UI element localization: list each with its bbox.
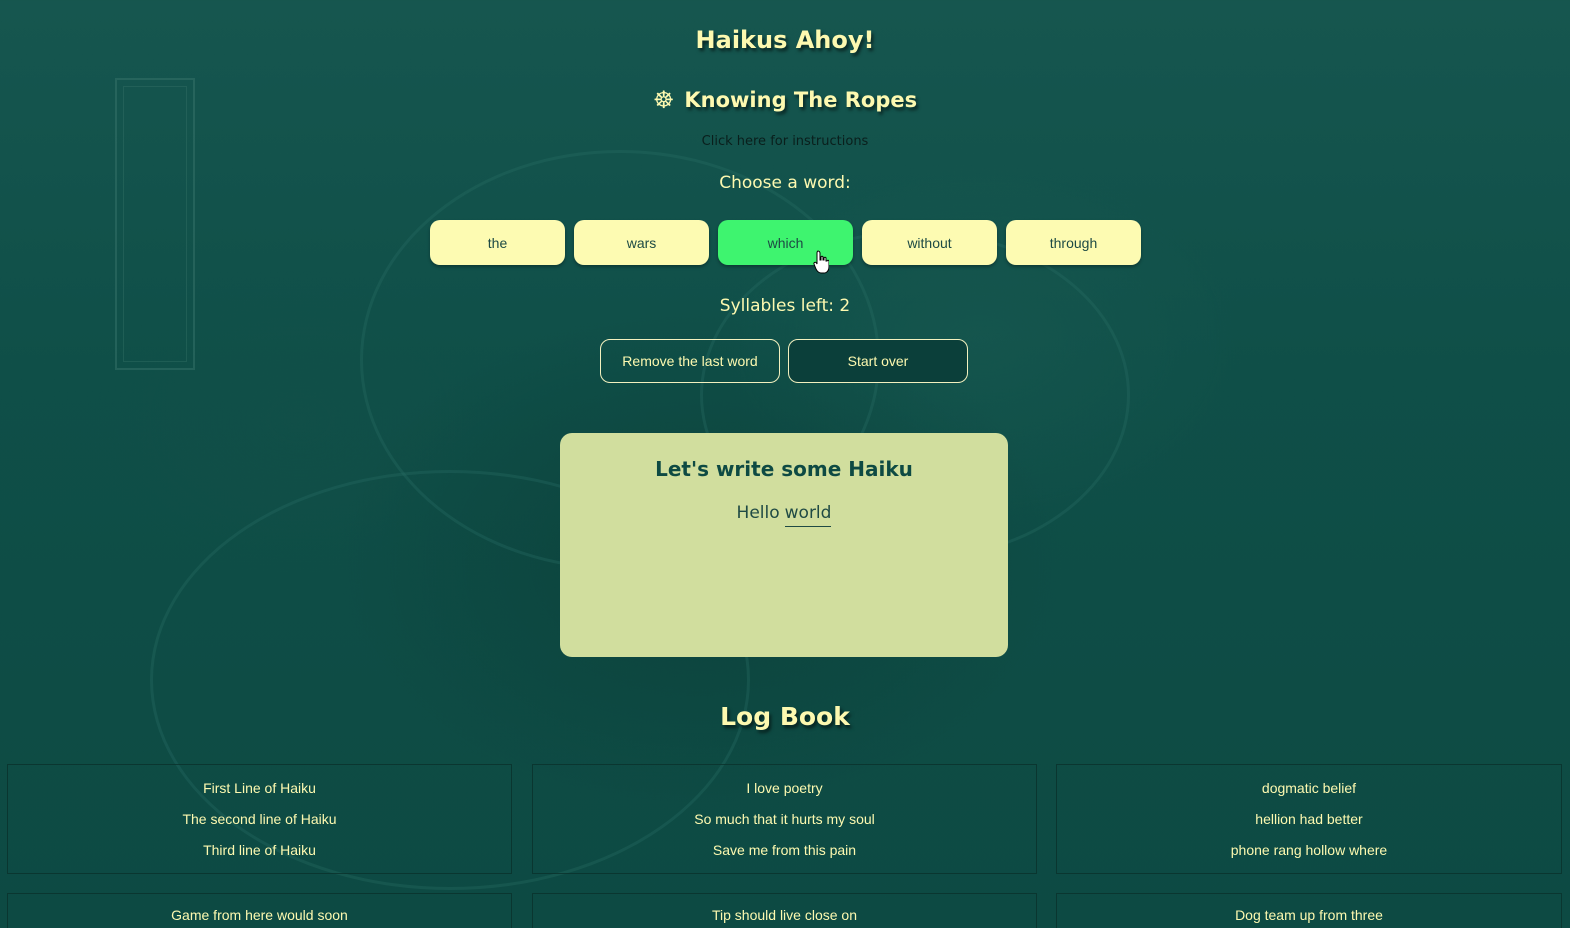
- log-line: The second line of Haiku: [182, 811, 337, 827]
- word-button-which[interactable]: which: [718, 220, 853, 265]
- log-line: dogmatic belief: [1261, 780, 1357, 796]
- logbook-title: Log Book: [720, 702, 850, 731]
- haiku-editor-card: Let's write some Haiku Hello world: [560, 433, 1008, 657]
- word-button-the[interactable]: the: [430, 220, 565, 265]
- app-title: Haikus Ahoy!: [695, 26, 875, 54]
- log-line: I love poetry: [746, 780, 823, 796]
- log-line: Game from here would soon: [171, 907, 348, 923]
- log-line: phone rang hollow where: [1230, 842, 1388, 858]
- instructions-link[interactable]: Click here for instructions: [0, 134, 1570, 149]
- haiku-word: Hello: [736, 503, 780, 523]
- log-entry: Tip should live close on: [532, 893, 1037, 928]
- start-over-button[interactable]: Start over: [788, 339, 968, 383]
- log-line: So much that it hurts my soul: [694, 811, 875, 827]
- log-line: Tip should live close on: [711, 907, 857, 923]
- remove-last-word-button[interactable]: Remove the last word: [600, 339, 780, 383]
- choose-word-prompt: Choose a word:: [719, 173, 851, 193]
- log-line: Third line of Haiku: [203, 842, 316, 858]
- word-options: the wars which without through: [430, 220, 1141, 265]
- word-button-wars[interactable]: wars: [574, 220, 709, 265]
- log-entry: dogmatic belief hellion had better phone…: [1056, 764, 1562, 874]
- ship-wheel-icon: ☸: [652, 86, 675, 114]
- word-button-without[interactable]: without: [862, 220, 997, 265]
- instructions-header: ☸ Knowing The Ropes: [0, 88, 1570, 112]
- log-entry: First Line of Haiku The second line of H…: [7, 764, 512, 874]
- haiku-word-last: world: [784, 503, 832, 527]
- log-line: hellion had better: [1255, 811, 1363, 827]
- log-line: Dog team up from three: [1235, 907, 1383, 923]
- log-line: First Line of Haiku: [203, 780, 316, 796]
- log-entry: Game from here would soon: [7, 893, 512, 928]
- haiku-line: Hello world: [560, 503, 1008, 527]
- log-entry: I love poetry So much that it hurts my s…: [532, 764, 1037, 874]
- syllables-left: Syllables left: 2: [719, 296, 851, 316]
- log-line: Save me from this pain: [712, 842, 857, 858]
- word-button-through[interactable]: through: [1006, 220, 1141, 265]
- background-inscription-panel: [115, 78, 195, 370]
- log-entry: Dog team up from three: [1056, 893, 1562, 928]
- hand-pointer-cursor-icon: [813, 250, 829, 274]
- instructions-heading: Knowing The Ropes: [684, 88, 918, 112]
- editor-actions: Remove the last word Start over: [600, 339, 968, 383]
- haiku-editor-title: Let's write some Haiku: [655, 457, 913, 481]
